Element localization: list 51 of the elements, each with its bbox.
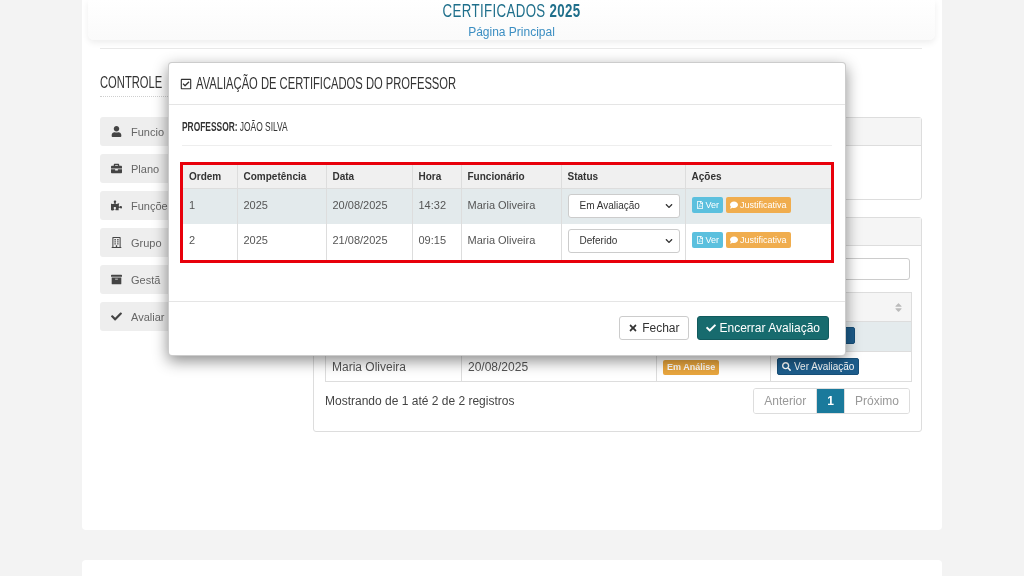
view-button[interactable]: Ver bbox=[691, 232, 723, 248]
close-icon bbox=[628, 323, 639, 333]
column-header: Funcionário bbox=[461, 165, 561, 188]
table-cell: Maria Oliveira bbox=[461, 224, 561, 260]
table-cell: Maria Oliveira bbox=[461, 188, 561, 224]
check-icon bbox=[705, 323, 716, 333]
column-header: Ordem bbox=[183, 165, 237, 188]
puzzle-piece-icon bbox=[111, 200, 122, 211]
status-select[interactable]: Deferido bbox=[567, 229, 680, 253]
speech-bubble-icon bbox=[730, 200, 738, 209]
column-header: Status bbox=[561, 165, 685, 188]
status-select[interactable]: Em Avaliação bbox=[567, 193, 680, 218]
sidebar-heading: CONTROLE bbox=[100, 75, 163, 91]
search-icon bbox=[782, 362, 791, 371]
view-button[interactable]: Ver bbox=[691, 196, 723, 213]
pagination-link[interactable]: 1 bbox=[816, 389, 844, 413]
table-cell: 14:32 bbox=[412, 188, 461, 224]
column-header: Data bbox=[326, 165, 412, 188]
check-icon bbox=[111, 311, 122, 322]
table-cell: 2025 bbox=[237, 188, 326, 224]
modal-title: AVALIAÇÃO DE CERTIFICADOS DO PROFESSOR bbox=[196, 74, 457, 93]
chevron-down-icon bbox=[664, 201, 673, 210]
view-evaluation-button[interactable]: Ver Avaliação bbox=[777, 358, 860, 375]
justification-button[interactable]: Justificativa bbox=[726, 232, 791, 248]
page-title: CERTIFICADOS 2025 bbox=[442, 1, 581, 21]
building-icon bbox=[111, 237, 122, 248]
table-cell: 2025 bbox=[237, 224, 326, 260]
column-header: Hora bbox=[412, 165, 461, 188]
professor-name: PROFESSOR: JOÃO SILVA bbox=[182, 120, 288, 134]
home-link[interactable]: Página Principal bbox=[468, 24, 555, 40]
briefcase-icon bbox=[111, 163, 122, 174]
checkbox-icon bbox=[180, 77, 192, 90]
table-cell: 2 bbox=[183, 224, 237, 260]
archive-box-icon bbox=[111, 274, 122, 285]
status-badge: Em Análise bbox=[663, 359, 720, 375]
table-cell: 20/08/2025 bbox=[326, 188, 412, 224]
column-header: Competência bbox=[237, 165, 326, 188]
pdf-file-icon bbox=[695, 236, 704, 244]
records-summary: Mostrando de 1 até 2 de 2 registros bbox=[325, 394, 515, 408]
table-cell: 09:15 bbox=[412, 224, 461, 260]
user-icon bbox=[111, 126, 122, 137]
close-button[interactable]: Fechar bbox=[619, 316, 689, 340]
justification-button[interactable]: Justificativa bbox=[726, 196, 791, 213]
sort-icon bbox=[894, 302, 903, 314]
chevron-down-icon bbox=[664, 237, 673, 245]
column-header: Ações bbox=[685, 165, 831, 188]
table-cell: 21/08/2025 bbox=[326, 224, 412, 260]
speech-bubble-icon bbox=[730, 236, 738, 244]
table-cell: 1 bbox=[183, 188, 237, 224]
finish-evaluation-button[interactable]: Encerrar Avaliação bbox=[696, 316, 829, 340]
pdf-file-icon bbox=[695, 200, 704, 209]
